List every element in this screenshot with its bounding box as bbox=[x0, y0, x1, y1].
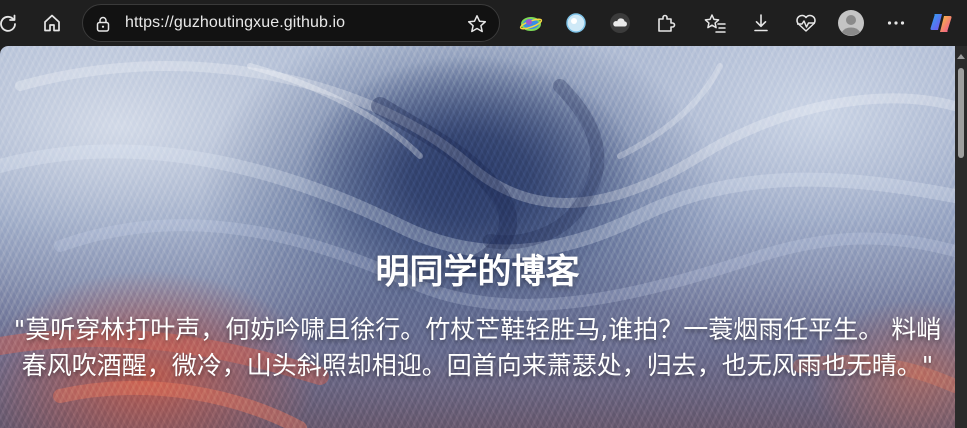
extension-globe-icon bbox=[519, 17, 543, 31]
more-menu-icon bbox=[887, 21, 905, 25]
hero-quote: "莫听穿林打叶声，何妨吟啸且徐行。竹杖芒鞋轻胜马,谁拍？一蓑烟雨任平生。 料峭春… bbox=[13, 315, 942, 380]
web-page: 明同学的博客 "莫听穿林打叶声，何妨吟啸且徐行。竹杖芒鞋轻胜马,谁拍？一蓑烟雨任… bbox=[0, 46, 967, 428]
scrollbar-thumb[interactable] bbox=[958, 68, 964, 158]
reload-button[interactable] bbox=[0, 7, 24, 39]
extensions-puzzle-icon bbox=[658, 14, 676, 32]
reload-icon bbox=[0, 14, 16, 32]
favorite-star-icon[interactable] bbox=[466, 13, 488, 35]
more-menu-button[interactable] bbox=[880, 7, 912, 39]
browser-essentials-button[interactable] bbox=[790, 7, 822, 39]
browser-toolbar: https://guzhoutingxue.github.io bbox=[0, 0, 967, 46]
extensions-button[interactable] bbox=[650, 7, 682, 39]
extension-globe-button[interactable] bbox=[515, 7, 547, 39]
extension-cloud-button[interactable] bbox=[604, 7, 636, 39]
favorites-button[interactable] bbox=[699, 7, 731, 39]
extension-circle-icon bbox=[566, 13, 586, 33]
hero-background-image: 明同学的博客 "莫听穿林打叶声，何妨吟啸且徐行。竹杖芒鞋轻胜马,谁拍？一蓑烟雨任… bbox=[0, 46, 955, 428]
page-scrollbar[interactable] bbox=[955, 46, 967, 428]
page-title: 明同学的博客 bbox=[375, 252, 580, 292]
copilot-icon bbox=[930, 14, 952, 32]
extension-circle-button[interactable] bbox=[560, 7, 592, 39]
address-bar[interactable]: https://guzhoutingxue.github.io bbox=[82, 4, 500, 42]
home-icon bbox=[44, 14, 60, 32]
copilot-button[interactable] bbox=[925, 7, 957, 39]
downloads-button[interactable] bbox=[745, 7, 777, 39]
home-button[interactable] bbox=[36, 7, 68, 39]
profile-button[interactable] bbox=[835, 7, 867, 39]
favorites-list-icon bbox=[704, 14, 726, 33]
downloads-icon bbox=[754, 14, 768, 32]
profile-avatar-icon bbox=[838, 10, 864, 36]
extension-cloud-icon bbox=[610, 13, 630, 33]
browser-essentials-heart-icon bbox=[796, 14, 816, 32]
lock-icon[interactable] bbox=[94, 15, 112, 33]
scroll-up-arrow-icon[interactable] bbox=[957, 54, 965, 59]
url-text[interactable]: https://guzhoutingxue.github.io bbox=[125, 14, 345, 32]
